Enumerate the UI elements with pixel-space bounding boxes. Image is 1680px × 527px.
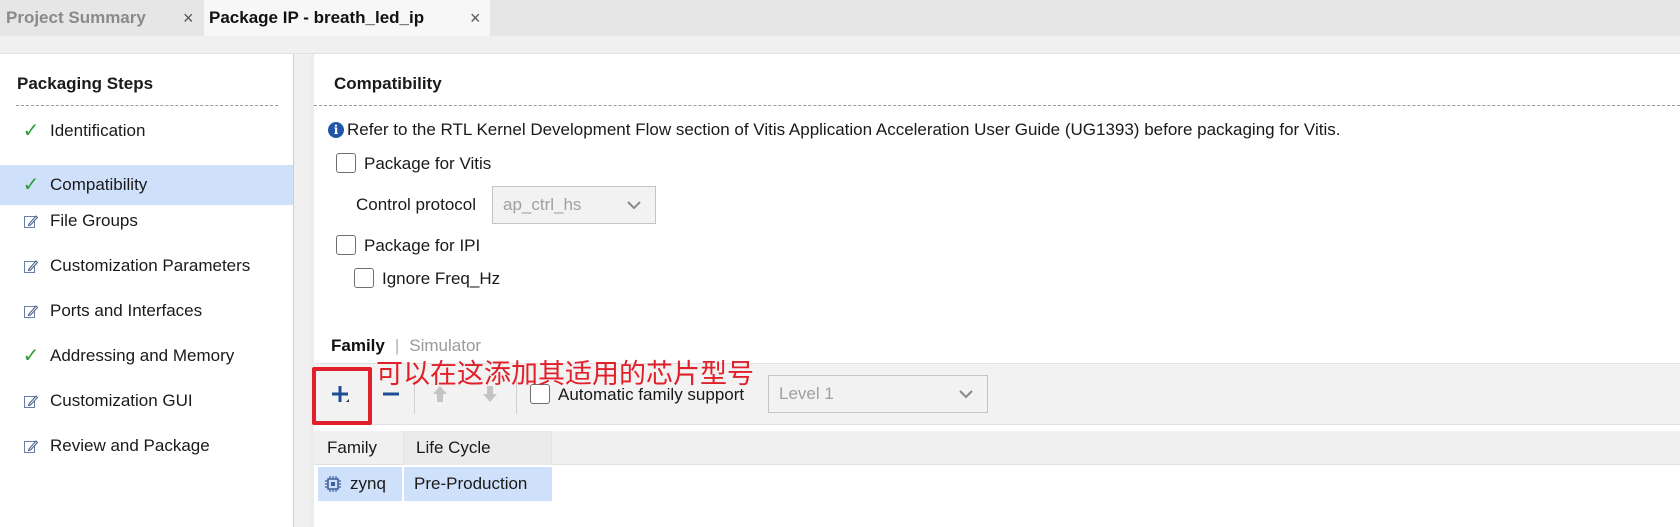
info-icon: i [328,122,344,138]
panel-title: Packaging Steps [17,74,154,93]
step-customization-parameters[interactable]: Customization Parameters [0,246,293,286]
step-label: Compatibility [50,175,148,194]
support-level-select[interactable]: Level 1 [768,375,988,413]
control-protocol-value: ap_ctrl_hs [503,195,582,214]
column-header-family[interactable]: Family [314,431,404,465]
step-label: Ports and Interfaces [50,301,203,320]
edit-icon [22,437,40,455]
ignore-freq-hz-checkbox[interactable] [354,268,374,288]
tab-label: Package IP - breath_led_ip [209,8,425,27]
divider [314,105,1680,106]
step-customization-gui[interactable]: Customization GUI [0,381,293,421]
edit-icon [22,257,40,275]
step-label: Addressing and Memory [50,346,235,365]
step-review-and-package[interactable]: Review and Package [0,426,293,466]
info-text: Refer to the RTL Kernel Development Flow… [347,120,1341,139]
edit-icon [22,302,40,320]
life-cycle-cell: Pre-Production [404,467,552,501]
step-file-groups[interactable]: File Groups [0,201,293,241]
divider [16,105,278,106]
tab-bar-filler [490,0,1680,36]
compatibility-panel: Compatibility i Refer to the RTL Kernel … [314,54,1680,527]
annotation-highlight-box [312,367,372,425]
control-protocol-label: Control protocol [356,195,477,214]
check-icon: ✓ [22,120,40,142]
annotation-text: 可以在这添加其适用的芯片型号 [376,359,754,390]
step-addressing-and-memory[interactable]: ✓ Addressing and Memory [0,336,293,376]
ignore-freq-hz-label: Ignore Freq_Hz [382,269,501,288]
family-name: zynq [350,474,386,493]
family-cell: zynq [318,467,402,501]
tab-label: Project Summary [6,8,146,27]
support-level-value: Level 1 [779,384,834,403]
step-label: Review and Package [50,436,210,455]
edit-icon [22,212,40,230]
control-protocol-select[interactable]: ap_ctrl_hs [492,186,656,224]
page-title: Compatibility [334,74,442,93]
step-compatibility[interactable]: ✓ Compatibility [0,165,293,205]
table-row[interactable]: zynq Pre-Production [318,467,552,501]
editor-tab-bar: Project Summary × Package IP - breath_le… [0,0,1680,36]
step-label: Customization GUI [50,391,193,410]
info-message: i Refer to the RTL Kernel Development Fl… [328,120,1340,140]
check-icon: ✓ [22,174,40,196]
step-label: Customization Parameters [50,256,251,275]
tab-separator [0,36,1680,54]
package-for-ipi-checkbox[interactable] [336,235,356,255]
tab-project-summary[interactable]: Project Summary × [0,0,202,36]
chevron-down-icon [959,390,973,399]
tab-package-ip[interactable]: Package IP - breath_led_ip × [204,0,490,36]
chip-icon [325,476,341,492]
step-label: Identification [50,121,146,140]
package-for-vitis-checkbox[interactable] [336,153,356,173]
package-for-vitis-label: Package for Vitis [364,154,492,173]
step-identification[interactable]: ✓ Identification [0,111,293,151]
panel-splitter[interactable] [294,54,310,527]
edit-icon [22,392,40,410]
packaging-steps-panel: Packaging Steps ✓ Identification ✓ Compa… [0,54,294,527]
step-ports-and-interfaces[interactable]: Ports and Interfaces [0,291,293,331]
close-icon[interactable]: × [183,8,194,29]
column-header-life-cycle[interactable]: Life Cycle [404,431,552,465]
family-table-header: Family Life Cycle [314,431,1680,465]
step-label: File Groups [50,211,138,230]
close-icon[interactable]: × [470,8,481,29]
package-for-ipi-label: Package for IPI [364,236,481,255]
chevron-down-icon [627,201,641,210]
check-icon: ✓ [22,345,40,367]
